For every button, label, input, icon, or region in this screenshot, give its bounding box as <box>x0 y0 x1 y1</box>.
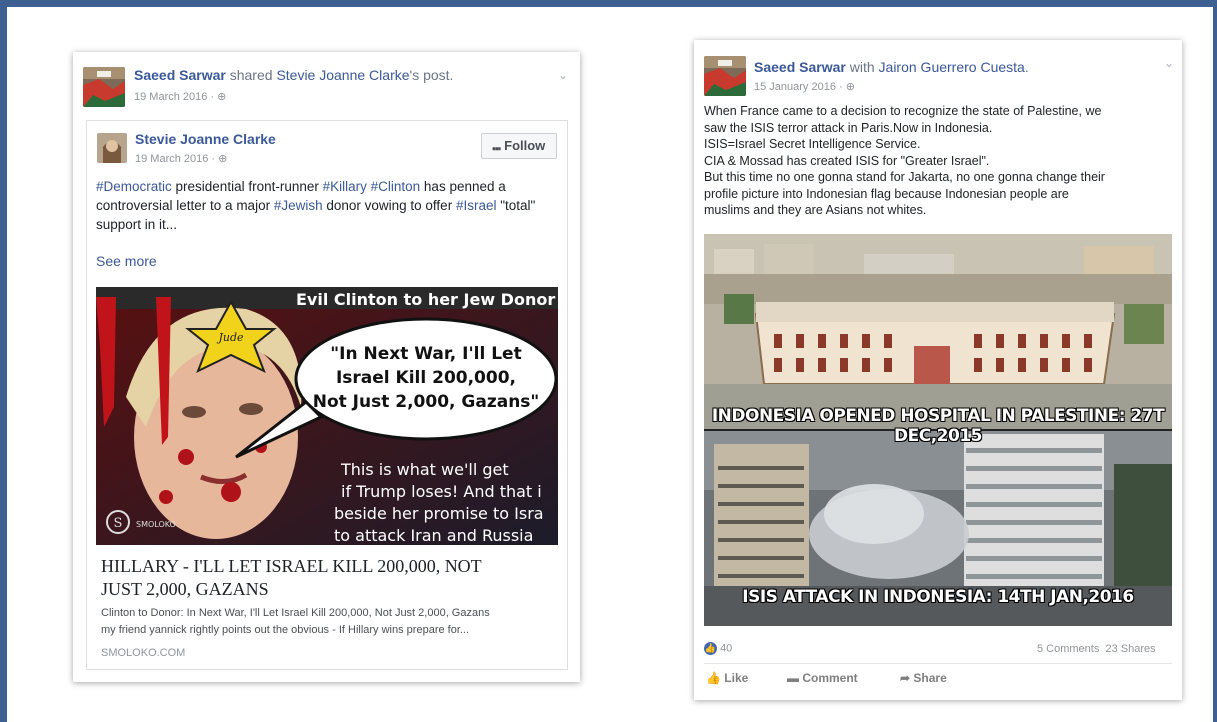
see-more-link[interactable]: See more <box>96 253 157 269</box>
hashtag-link[interactable]: #Democratic <box>96 179 172 194</box>
author-avatar[interactable] <box>83 67 125 107</box>
with-text: with <box>845 59 879 75</box>
left-post-card: Saeed Sarwar shared Stevie Joanne Clarke… <box>73 52 580 682</box>
chevron-down-icon[interactable]: ⌄ <box>558 68 568 82</box>
share-button[interactable]: ➦ Share <box>900 671 947 685</box>
reaction-count[interactable]: 👍 40 <box>704 642 732 655</box>
image-top-text: Evil Clinton to her Jew Donor <box>296 290 555 309</box>
like-label: Like <box>724 671 749 685</box>
comment-button[interactable]: ▬ Comment <box>787 671 858 685</box>
share-label: Share <box>913 671 947 685</box>
post-date-text[interactable]: 15 January 2016 · <box>754 81 846 93</box>
post-date[interactable]: 15 January 2016 · ⊕ <box>754 80 855 93</box>
follow-button[interactable]: ⑉ Follow <box>481 133 557 159</box>
link-domain: SMOLOKO.COM <box>101 647 186 659</box>
post-header: Saeed Sarwar shared Stevie Joanne Clarke… <box>134 67 453 83</box>
post-text-line-6: profile picture into Indonesian flag bec… <box>704 186 1069 201</box>
comment-icon: ▬ <box>787 671 799 685</box>
shared-post-text: #Democratic presidential front-runner #K… <box>96 177 558 234</box>
tagged-suffix: . <box>1024 59 1029 75</box>
post-text-line-2: saw the ISIS terror attack in Paris.Now … <box>704 120 993 135</box>
globe-icon: ⊕ <box>845 81 855 93</box>
hashtag-link[interactable]: #Jewish <box>274 198 323 213</box>
like-button[interactable]: 👍 Like <box>706 671 748 685</box>
tagged-person-link[interactable]: Jairon Guerrero Cuesta <box>879 59 1025 75</box>
link-title[interactable]: HILLARY - I'LL LET ISRAEL KILL 200,000, … <box>101 555 482 601</box>
post-text-line-3: ISIS=Israel Secret Intelligence Service. <box>704 137 921 151</box>
svg-text:S: S <box>114 516 123 531</box>
hashtag-link[interactable]: #Clinton <box>371 179 421 194</box>
link-title-line-1[interactable]: HILLARY - I'LL LET ISRAEL KILL 200,000, … <box>101 555 482 578</box>
post-text-line-1: When France came to a decision to recogn… <box>704 104 1102 118</box>
caption-line-4: to attack Iran and Russia <box>334 526 533 545</box>
post-text-line-7: muslims and they are Asians not whites. <box>704 203 927 217</box>
author-name[interactable]: Saeed Sarwar <box>754 59 846 75</box>
hashtag-link[interactable]: #Killary <box>323 179 367 194</box>
shared-author-name-row: Stevie Joanne Clarke <box>135 131 276 147</box>
thumbs-up-icon: 👍 <box>706 671 721 685</box>
image-banner-top: INDONESIA OPENED HOSPITAL IN PALESTINE: … <box>711 406 1165 446</box>
text-segment: donor vowing to offer <box>322 198 456 213</box>
text-segment: presidential front-runner <box>171 179 323 194</box>
caption-line-2: if Trump loses! And that i <box>341 482 542 501</box>
author-name[interactable]: Saeed Sarwar <box>134 67 226 83</box>
globe-icon: ⊕ <box>218 153 228 165</box>
link-description: Clinton to Donor: In Next War, I'll Let … <box>101 605 490 639</box>
shared-author-link[interactable]: Stevie Joanne Clarke <box>276 67 409 83</box>
shared-date-text[interactable]: 19 March 2016 · <box>135 153 218 165</box>
divider <box>704 663 1172 664</box>
caption-line-3: beside her promise to Isra <box>334 504 544 523</box>
post-date[interactable]: 19 March 2016 · ⊕ <box>134 90 226 103</box>
image-banner-bottom: ISIS ATTACK IN INDONESIA: 14TH JAN,2016 <box>742 587 1134 607</box>
chevron-down-icon[interactable]: ⌄ <box>1164 56 1174 70</box>
post-text-line-4: CIA & Mossad has created ISIS for "Great… <box>704 153 990 168</box>
comment-count[interactable]: 5 Comments <box>1037 643 1099 655</box>
comment-share-counts: 5 Comments 23 Shares <box>1037 643 1156 655</box>
link-desc-line-1: Clinton to Donor: In Next War, I'll Let … <box>101 607 490 619</box>
caption-line-1: This is what we'll get <box>340 460 509 479</box>
follow-label: Follow <box>504 138 546 153</box>
post-text: When France came to a decision to recogn… <box>704 103 1174 219</box>
link-desc-line-2: my friend yannick rightly points out the… <box>101 624 470 636</box>
shared-author-name[interactable]: Stevie Joanne Clarke <box>135 131 276 147</box>
shared-text: shared <box>225 67 277 83</box>
post-text-line-5: But this time no one gonna stand for Jak… <box>704 170 1105 184</box>
globe-icon: ⊕ <box>217 91 227 103</box>
shared-post: Stevie Joanne Clarke 19 March 2016 · ⊕ ⑉… <box>86 120 568 670</box>
post-header: Saeed Sarwar with Jairon Guerrero Cuesta… <box>754 59 1029 75</box>
share-count[interactable]: 23 Shares <box>1105 643 1155 655</box>
image-logo-text: SMOLOKO <box>136 520 176 529</box>
star-label: Jude <box>216 331 244 344</box>
post-date-text[interactable]: 19 March 2016 · <box>134 91 217 103</box>
bubble-line-3: Not Just 2,000, Gazans" <box>313 392 540 412</box>
shared-image[interactable]: Jude "In Next War, I'll Let Israel Kill … <box>96 287 558 545</box>
like-count[interactable]: 40 <box>720 642 732 654</box>
post-image[interactable]: INDONESIA OPENED HOSPITAL IN PALESTINE: … <box>704 234 1172 626</box>
shared-suffix: 's post. <box>409 67 454 83</box>
link-title-line-2[interactable]: JUST 2,000, GAZANS <box>101 578 482 601</box>
comment-label: Comment <box>802 671 858 685</box>
right-post-card: Saeed Sarwar with Jairon Guerrero Cuesta… <box>694 40 1182 700</box>
hashtag-link[interactable]: #Israel <box>456 198 497 213</box>
bubble-line-2: Israel Kill 200,000, <box>336 368 516 388</box>
share-arrow-icon: ➦ <box>900 671 911 685</box>
like-reaction-icon: 👍 <box>704 642 717 655</box>
rss-icon: ⑉ <box>492 138 501 153</box>
bubble-line-1: "In Next War, I'll Let <box>330 344 521 364</box>
shared-author-avatar[interactable] <box>97 133 127 163</box>
author-avatar[interactable] <box>704 56 746 96</box>
shared-post-date[interactable]: 19 March 2016 · ⊕ <box>135 152 227 165</box>
